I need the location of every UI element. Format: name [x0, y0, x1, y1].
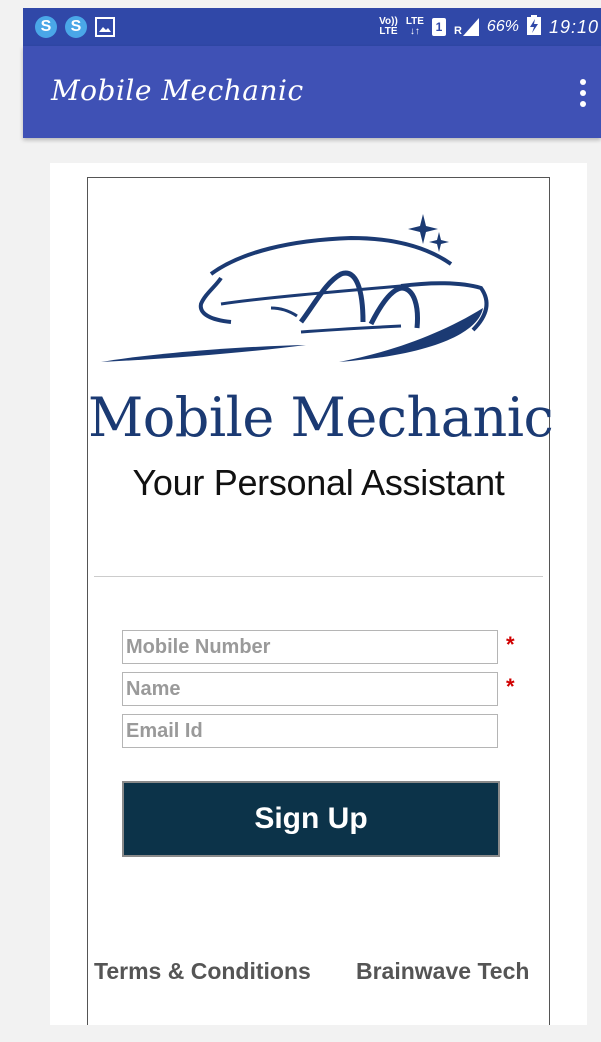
- logo-subtitle: Your Personal Assistant: [132, 462, 505, 503]
- content-panel: Mobile Mechanic Your Personal Assistant …: [50, 163, 587, 1025]
- skype-icon-secondary: S: [65, 16, 87, 38]
- clock: 19:10: [548, 16, 599, 37]
- volte-indicator: Vo)) LTE: [379, 16, 398, 37]
- status-bar: S S Vo)) LTE LTE ↓↑ 1 R 66% 19:10: [23, 8, 601, 46]
- gallery-icon: [95, 17, 115, 37]
- email-row: [122, 714, 512, 748]
- name-row: *: [122, 672, 515, 706]
- car-logo-icon: [101, 212, 501, 377]
- sign-up-button[interactable]: Sign Up: [122, 781, 500, 857]
- email-input[interactable]: [122, 714, 498, 748]
- required-mark: *: [506, 674, 515, 699]
- mobile-number-input[interactable]: [122, 630, 498, 664]
- divider: [94, 576, 543, 577]
- sim-slot-icon: 1: [431, 18, 446, 36]
- battery-charging-icon: [526, 14, 541, 40]
- app-title: Mobile Mechanic: [51, 74, 304, 107]
- logo-title: Mobile Mechanic: [88, 386, 554, 449]
- roaming-signal-icon: R: [454, 18, 479, 37]
- battery-percent: 66%: [486, 18, 519, 35]
- app-bar: Mobile Mechanic: [23, 46, 601, 138]
- skype-icon: S: [35, 16, 57, 38]
- overflow-menu-icon[interactable]: [579, 79, 587, 107]
- required-mark: *: [506, 632, 515, 657]
- name-input[interactable]: [122, 672, 498, 706]
- terms-conditions-link[interactable]: Terms & Conditions: [94, 958, 311, 985]
- lte-data-indicator: LTE ↓↑: [405, 16, 424, 37]
- mobile-number-row: *: [122, 630, 515, 664]
- brainwave-tech-link[interactable]: Brainwave Tech: [356, 958, 529, 985]
- signup-card: Mobile Mechanic Your Personal Assistant …: [87, 177, 554, 1025]
